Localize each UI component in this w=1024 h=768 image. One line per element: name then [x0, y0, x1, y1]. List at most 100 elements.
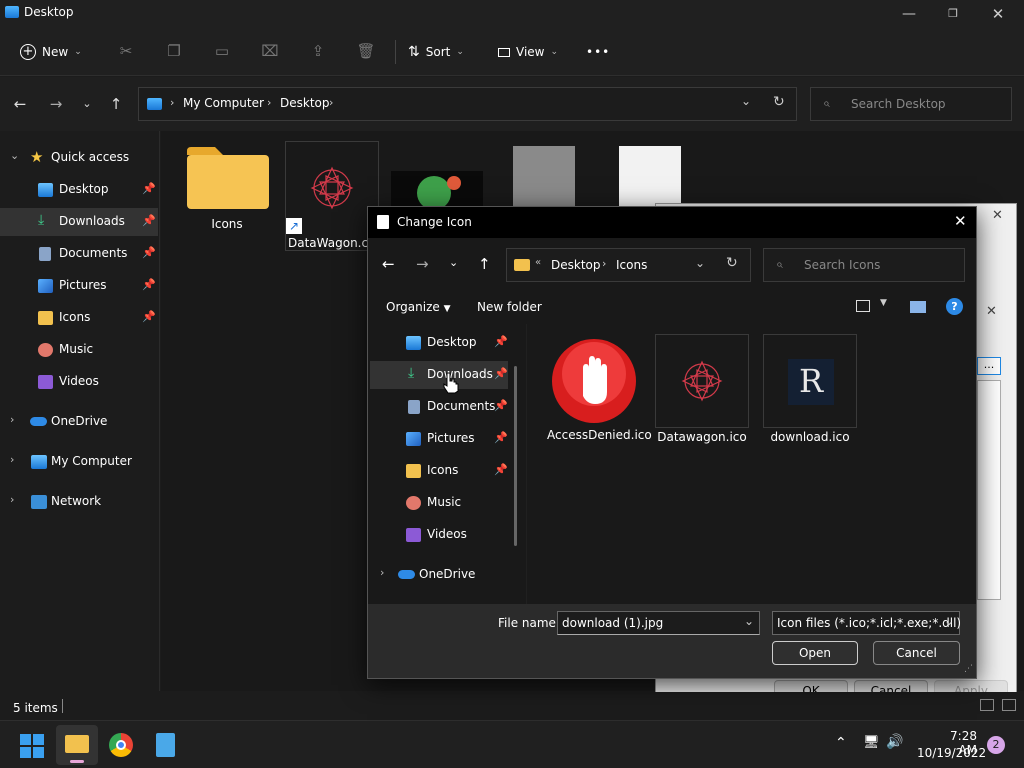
dialog-address-field[interactable]: « Desktop › Icons ⌄ ↻ — [506, 248, 751, 282]
sidebar-quick-access[interactable]: ⌄ ★ Quick access — [0, 144, 158, 172]
file-item-download-ico[interactable]: R download.ico — [763, 334, 857, 444]
tiles-view-icon[interactable] — [1002, 699, 1016, 711]
forward-arrow-icon[interactable]: → — [47, 95, 65, 113]
help-icon[interactable]: ? — [946, 298, 963, 315]
sidebar-item-network[interactable]: › Network — [0, 488, 158, 516]
refresh-icon[interactable]: ↻ — [773, 94, 785, 110]
breadcrumb-overflow-icon[interactable]: « — [535, 257, 541, 268]
dialog-sidebar-item-downloads[interactable]: ⤓ Downloads 📌 — [370, 361, 508, 389]
restore-icon[interactable]: ❐ — [943, 4, 963, 24]
notification-badge[interactable]: 2 — [987, 736, 1005, 754]
search-input[interactable]: ⌕ Search Desktop — [810, 87, 1012, 121]
minimize-icon[interactable]: — — [899, 4, 919, 24]
dialog-sidebar-item-documents[interactable]: Documents 📌 — [370, 393, 508, 421]
clock-date[interactable]: 10/19/2022 — [917, 746, 986, 760]
pin-icon[interactable]: 📌 — [142, 182, 156, 195]
dialog-sidebar-item-icons[interactable]: Icons 📌 — [370, 457, 508, 485]
dialog-search-input[interactable]: ⌕ Search Icons — [763, 248, 965, 282]
sidebar-item-pictures[interactable]: Pictures 📌 — [0, 272, 158, 300]
new-folder-button[interactable]: New folder — [477, 300, 542, 314]
change-view-icon[interactable] — [856, 300, 870, 312]
sidebar-item-documents[interactable]: Documents 📌 — [0, 240, 158, 268]
pin-icon[interactable]: 📌 — [494, 399, 508, 412]
organize-button[interactable]: Organize ▼ — [386, 300, 451, 314]
close-icon[interactable]: ✕ — [954, 212, 967, 230]
dialog-sidebar-item-onedrive[interactable]: › OneDrive — [370, 561, 508, 589]
sidebar-item-downloads[interactable]: ⤓ Downloads 📌 — [0, 208, 158, 236]
close-icon[interactable]: ✕ — [988, 4, 1008, 24]
sort-button[interactable]: ⇅ Sort ⌄ — [408, 40, 464, 64]
sidebar-item-videos[interactable]: Videos — [0, 368, 158, 396]
file-item-icons-folder[interactable]: Icons — [181, 141, 273, 231]
refresh-icon[interactable]: ↻ — [726, 255, 738, 271]
more-options-button[interactable]: ••• — [586, 40, 610, 64]
recent-chevron-icon[interactable]: ⌄ — [78, 95, 96, 113]
cut-icon[interactable]: ✂ — [116, 42, 136, 62]
sidebar-scrollbar[interactable] — [514, 366, 517, 546]
pin-icon[interactable]: 📌 — [494, 335, 508, 348]
preview-pane-icon[interactable] — [910, 301, 926, 313]
cancel-button[interactable]: Cancel — [873, 641, 960, 665]
share-icon[interactable]: ⇪ — [308, 42, 328, 62]
view-button[interactable]: View ⌄ — [498, 40, 558, 64]
close-icon[interactable]: ✕ — [992, 208, 1003, 223]
filename-input[interactable]: download (1).jpg ⌄ — [557, 611, 760, 635]
sidebar-item-music[interactable]: Music — [0, 336, 158, 364]
pin-icon[interactable]: 📌 — [494, 431, 508, 444]
pin-icon[interactable]: 📌 — [142, 278, 156, 291]
rename-icon[interactable]: ⌧ — [260, 42, 280, 62]
sidebar-item-my-computer[interactable]: › My Computer — [0, 448, 158, 476]
sidebar-item-icons[interactable]: Icons 📌 — [0, 304, 158, 332]
pin-icon[interactable]: 📌 — [494, 367, 508, 380]
address-dropdown-icon[interactable]: ⌄ — [741, 94, 751, 108]
dialog-sidebar-item-music[interactable]: Music — [370, 489, 508, 517]
notepad-icon[interactable] — [156, 733, 175, 757]
back-arrow-icon[interactable]: ← — [382, 255, 395, 273]
open-button[interactable]: Open — [772, 641, 858, 665]
pin-icon[interactable]: 📌 — [494, 463, 508, 476]
sidebar-item-onedrive[interactable]: › OneDrive — [0, 408, 158, 436]
dialog-navigation-pane: Desktop 📌 ⤓ Downloads 📌 Documents 📌 Pict… — [368, 324, 526, 604]
up-arrow-icon[interactable]: ↑ — [107, 95, 125, 113]
network-status-icon[interactable]: 🖥 — [863, 735, 880, 750]
file-item-whatsapp[interactable] — [391, 171, 483, 211]
file-item-datawagon[interactable]: ↗ DataWagon.com — [285, 141, 380, 251]
forward-arrow-icon[interactable]: → — [416, 255, 429, 273]
chrome-icon[interactable] — [109, 733, 133, 757]
file-item-datawagon-ico[interactable]: Datawagon.ico — [655, 334, 749, 444]
dialog-sidebar-item-videos[interactable]: Videos — [370, 521, 508, 549]
address-dropdown-icon[interactable]: ⌄ — [695, 256, 705, 270]
breadcrumb-my-computer[interactable]: My Computer — [183, 96, 264, 110]
windows-start-icon[interactable] — [20, 734, 44, 758]
file-explorer-taskbar-button[interactable] — [56, 725, 98, 765]
breadcrumb-icons[interactable]: Icons — [616, 258, 647, 272]
pin-icon[interactable]: 📌 — [142, 246, 156, 259]
breadcrumb-desktop[interactable]: Desktop — [551, 258, 601, 272]
chevron-up-icon[interactable]: ⌃ — [835, 735, 847, 751]
browse-button[interactable]: ... — [977, 357, 1001, 375]
close-icon[interactable]: ✕ — [986, 304, 997, 319]
paste-icon[interactable]: ▭ — [212, 42, 232, 62]
recent-chevron-icon[interactable]: ⌄ — [449, 256, 458, 269]
chevron-down-icon[interactable]: ⌄ — [944, 614, 954, 628]
file-item-access-denied[interactable]: AccessDenied.ico — [547, 334, 652, 442]
pin-icon[interactable]: 📌 — [142, 310, 156, 323]
copy-icon[interactable]: ❐ — [164, 42, 184, 62]
up-arrow-icon[interactable]: ↑ — [478, 255, 491, 273]
new-button[interactable]: + New ⌄ — [20, 40, 82, 64]
sidebar-item-desktop[interactable]: Desktop 📌 — [0, 176, 158, 204]
delete-icon[interactable]: 🗑 — [356, 42, 376, 62]
icon-list-panel[interactable] — [977, 380, 1001, 600]
breadcrumb-desktop[interactable]: Desktop — [280, 96, 330, 110]
filetype-select[interactable]: Icon files (*.ico;*.icl;*.exe;*.dll) ⌄ — [772, 611, 961, 635]
back-arrow-icon[interactable]: ← — [11, 95, 29, 113]
chevron-down-icon[interactable]: ⌄ — [744, 614, 754, 628]
caret-down-icon[interactable]: ▼ — [880, 298, 887, 308]
volume-icon[interactable]: 🔊 — [886, 734, 903, 750]
resize-grip-icon[interactable]: ⋰ — [964, 664, 973, 674]
dialog-sidebar-item-desktop[interactable]: Desktop 📌 — [370, 329, 508, 357]
details-view-icon[interactable] — [980, 699, 994, 711]
address-field[interactable]: › My Computer › Desktop › ⌄ ↻ — [138, 87, 797, 121]
pin-icon[interactable]: 📌 — [142, 214, 156, 227]
dialog-sidebar-item-pictures[interactable]: Pictures 📌 — [370, 425, 508, 453]
